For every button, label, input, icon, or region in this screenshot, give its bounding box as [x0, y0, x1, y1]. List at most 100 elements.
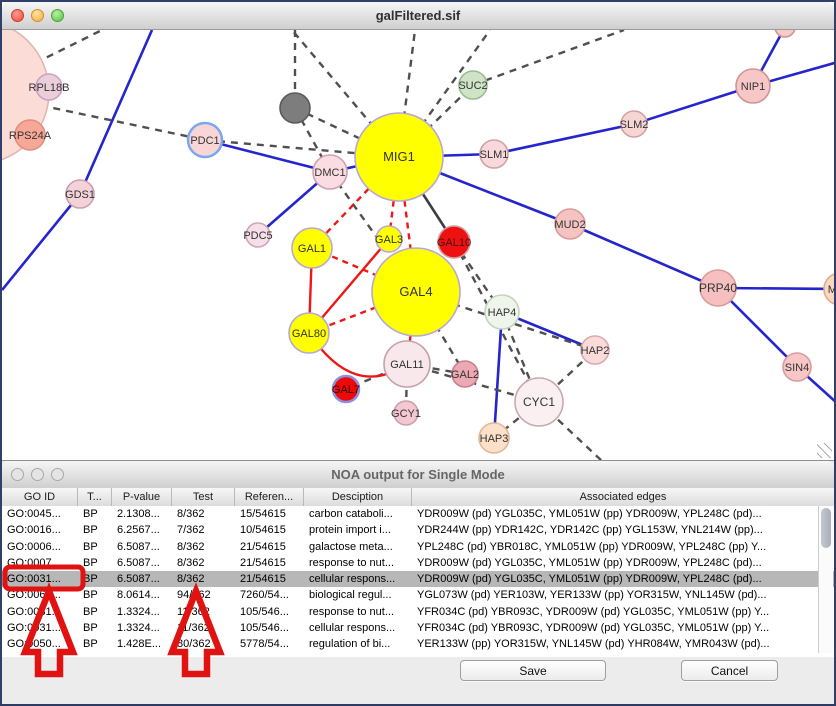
network-edge	[494, 124, 634, 154]
table-cell: 6.5087...	[112, 555, 172, 571]
table-cell: cellular respons...	[304, 571, 412, 587]
table-cell: 21/54615	[235, 539, 304, 555]
table-cell: YDR244W (pp) YDR142C, YDR142C (pp) YGL15…	[412, 522, 834, 538]
column-header-3[interactable]: P-value	[112, 488, 172, 506]
table-row[interactable]: GO:0006...BP6.5087...8/36221/54615galact…	[2, 539, 834, 555]
table-cell: carbon cataboli...	[304, 506, 412, 522]
table-cell: GO:0050...	[2, 636, 78, 652]
node-label: GAL7	[332, 384, 360, 396]
column-header-4[interactable]: Test	[172, 488, 235, 506]
button-area: Save Cancel	[2, 657, 834, 704]
node-label: RPS24A	[9, 130, 52, 142]
node-label: HAP4	[488, 307, 517, 319]
node-label: GCY1	[391, 408, 421, 420]
node-label: PRP40	[699, 281, 737, 295]
table-row[interactable]: GO:0016...BP6.2567...7/36210/54615protei…	[2, 522, 834, 538]
table-cell: 94/362	[172, 587, 235, 603]
table-cell: 11/362	[172, 620, 235, 636]
node-label: SLM1	[480, 149, 509, 161]
network-window-title: galFiltered.sif	[2, 2, 834, 29]
network-edge	[80, 30, 152, 194]
network-graph: RPL18BRPS24APDC1GDS1DMC1MIG1SUC2SLM1SLM2…	[2, 30, 834, 460]
table-row[interactable]: GO:0031...BP6.5087...8/36221/54615cellul…	[2, 571, 834, 587]
node-label: DMC1	[314, 167, 345, 179]
table-cell: YDR009W (pd) YGL035C, YML051W (pp) YDR00…	[412, 571, 834, 587]
node-label: PDC5	[243, 230, 272, 242]
table-cell: YDR009W (pd) YGL035C, YML051W (pp) YDR00…	[412, 506, 834, 522]
table-cell: response to nut...	[304, 604, 412, 620]
node-label: SUC2	[458, 80, 487, 92]
table-cell: protein import i...	[304, 522, 412, 538]
table-cell: 8/362	[172, 571, 235, 587]
table-cell: YGL073W (pd) YER103W, YER133W (pp) YOR31…	[412, 587, 834, 603]
scrollbar-thumb[interactable]	[821, 508, 831, 548]
node-label: GAL10	[437, 237, 471, 249]
network-canvas[interactable]: RPL18BRPS24APDC1GDS1DMC1MIG1SUC2SLM1SLM2…	[2, 30, 834, 460]
table-header: GO IDT...P-valueTestReferen...Desciption…	[2, 488, 834, 507]
noa-output-window: NOA output for Single Mode GO IDT...P-va…	[2, 461, 834, 704]
table-cell: 6.5087...	[112, 571, 172, 587]
table-cell: 1.3324...	[112, 620, 172, 636]
table-cell: GO:0031...	[2, 571, 78, 587]
node-label: HAP2	[581, 345, 610, 357]
save-button[interactable]: Save	[460, 660, 606, 681]
network-edge	[205, 140, 330, 172]
table-row[interactable]: GO:0031...BP1.3324...11/362105/546...cel…	[2, 620, 834, 636]
table-cell: YFR034C (pd) YBR093C, YDR009W (pd) YGL03…	[412, 620, 834, 636]
table-cell: 8/362	[172, 506, 235, 522]
table-cell: BP	[78, 506, 112, 522]
resize-grip-icon[interactable]	[817, 443, 832, 458]
node-label: GDS1	[65, 189, 95, 201]
network-window: galFiltered.sif RPL18BRPS24APDC1GDS1DMC1…	[2, 2, 834, 461]
table-row[interactable]: GO:0007...BP6.5087...8/36221/54615respon…	[2, 555, 834, 571]
table-body: GO:0045...BP2.1308...8/36215/54615carbon…	[2, 506, 834, 653]
column-header-7[interactable]: Associated edges	[412, 488, 834, 506]
table-cell: BP	[78, 620, 112, 636]
network-node-topr[interactable]	[775, 30, 795, 37]
node-label: PDC1	[190, 135, 219, 147]
table-cell: BP	[78, 636, 112, 652]
table-scrollbar[interactable]	[818, 506, 833, 653]
noa-window-titlebar[interactable]: NOA output for Single Mode	[2, 461, 834, 489]
table-cell: GO:0016...	[2, 522, 78, 538]
table-cell: 105/546...	[235, 620, 304, 636]
noa-window-title: NOA output for Single Mode	[2, 461, 834, 488]
table-cell: 8.0614...	[112, 587, 172, 603]
network-node-gray[interactable]	[280, 93, 310, 123]
column-header-1[interactable]: GO ID	[2, 488, 78, 506]
node-label: GAL11	[390, 359, 423, 371]
table-cell: response to nut...	[304, 555, 412, 571]
table-cell: YPL248C (pd) YBR018C, YML051W (pp) YDR00…	[412, 539, 834, 555]
table-cell: BP	[78, 555, 112, 571]
table-cell: BP	[78, 522, 112, 538]
network-edge	[570, 224, 718, 288]
cancel-button[interactable]: Cancel	[681, 660, 778, 681]
column-header-2[interactable]: T...	[78, 488, 112, 506]
table-cell: BP	[78, 571, 112, 587]
network-edge	[634, 86, 753, 124]
node-label: GAL1	[298, 243, 326, 255]
node-label: GAL2	[451, 369, 479, 381]
column-header-5[interactable]: Referen...	[235, 488, 304, 506]
table-row[interactable]: GO:0045...BP2.1308...8/36215/54615carbon…	[2, 506, 834, 522]
table-row[interactable]: GO:0065...BP8.0614...94/3627260/54...bio…	[2, 587, 834, 603]
table-cell: cellular respons...	[304, 620, 412, 636]
screen: galFiltered.sif RPL18BRPS24APDC1GDS1DMC1…	[0, 0, 836, 704]
table-cell: BP	[78, 539, 112, 555]
table-row[interactable]: GO:0031...BP1.3324...11/362105/546...res…	[2, 604, 834, 620]
column-header-6[interactable]: Desciption	[304, 488, 412, 506]
table-cell: GO:0007...	[2, 555, 78, 571]
table-cell: 8/362	[172, 539, 235, 555]
table-cell: 2.1308...	[112, 506, 172, 522]
table-cell: YFR034C (pd) YBR093C, YDR009W (pd) YGL03…	[412, 604, 834, 620]
table-cell: 21/54615	[235, 571, 304, 587]
network-window-titlebar[interactable]: galFiltered.sif	[2, 2, 834, 30]
node-label: NIP1	[741, 81, 765, 93]
table-row[interactable]: GO:0050...BP1.428E...80/3625778/54...reg…	[2, 636, 834, 652]
network-edge	[494, 312, 502, 438]
table-cell: 10/54615	[235, 522, 304, 538]
network-edge	[2, 194, 80, 290]
node-label: GAL80	[292, 328, 326, 340]
node-label: HAP3	[480, 433, 509, 445]
node-label: MUD2	[554, 219, 585, 231]
